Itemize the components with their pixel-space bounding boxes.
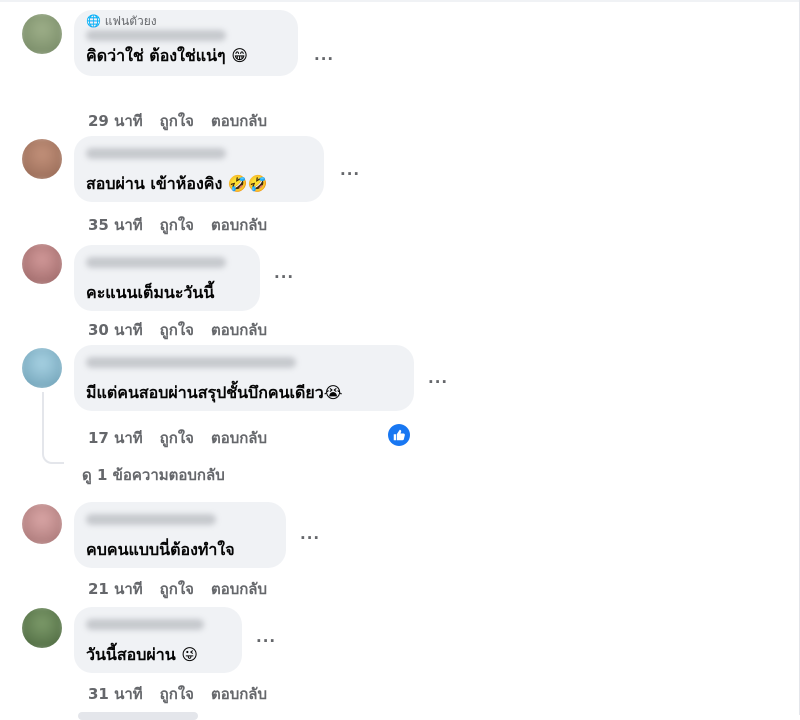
comment-bubble: 🌐 แฟนตัวยง คิดว่าใช่ ต้องใช่แน่ๆ 😁 [74, 10, 298, 76]
comment-bubble: คะแนนเต็มนะวันนี้ [74, 245, 260, 311]
avatar[interactable] [22, 14, 62, 54]
more-options-icon[interactable]: ··· [300, 529, 320, 547]
comment-actions: 21 นาที ถูกใจ ตอบกลับ [88, 577, 284, 601]
comment-time[interactable]: 29 นาที [88, 112, 143, 130]
next-comment-preview [78, 712, 198, 720]
comment-time[interactable]: 17 นาที [88, 429, 143, 447]
commenter-name[interactable] [86, 30, 226, 41]
like-link[interactable]: ถูกใจ [160, 580, 194, 598]
more-options-icon[interactable]: ··· [256, 632, 276, 650]
comment-time[interactable]: 30 นาที [88, 321, 143, 339]
more-options-icon[interactable]: ··· [314, 50, 334, 68]
comment-time[interactable]: 21 นาที [88, 580, 143, 598]
avatar[interactable] [22, 244, 62, 284]
comment-text: คะแนนเต็มนะวันนี้ [86, 283, 215, 302]
view-replies-link[interactable]: ดู 1 ข้อความตอบกลับ [82, 463, 225, 487]
like-link[interactable]: ถูกใจ [160, 429, 194, 447]
comment-bubble: คบคนแบบนี่ต้องทำใจ [74, 502, 286, 568]
top-fan-badge: 🌐 แฟนตัวยง [86, 14, 157, 28]
crying-emoji: 😭 [323, 383, 343, 402]
like-reaction-icon[interactable] [388, 424, 410, 446]
commenter-name[interactable] [86, 148, 226, 159]
comment-text: คบคนแบบนี่ต้องทำใจ [86, 540, 235, 559]
avatar[interactable] [22, 608, 62, 648]
like-link[interactable]: ถูกใจ [160, 321, 194, 339]
reply-link[interactable]: ตอบกลับ [211, 580, 267, 598]
comment-time[interactable]: 31 นาที [88, 685, 143, 703]
comment-bubble: มีแต่คนสอบผ่านสรุปชั้นบึกคนเดียว😭 [74, 345, 414, 411]
commenter-name[interactable] [86, 357, 296, 368]
like-link[interactable]: ถูกใจ [160, 685, 194, 703]
avatar[interactable] [22, 139, 62, 179]
comment-time[interactable]: 35 นาที [88, 216, 143, 234]
commenter-name[interactable] [86, 257, 226, 268]
more-options-icon[interactable]: ··· [274, 268, 294, 286]
more-options-icon[interactable]: ··· [340, 165, 360, 183]
comment-text: มีแต่คนสอบผ่านสรุปชั้นบึกคนเดียว😭 [86, 383, 343, 402]
top-divider [0, 0, 800, 2]
avatar[interactable] [22, 348, 62, 388]
commenter-name[interactable] [86, 514, 216, 525]
comment-actions: 35 นาที ถูกใจ ตอบกลับ [88, 213, 284, 237]
comment-actions: 17 นาที ถูกใจ ตอบกลับ [88, 426, 284, 450]
reply-thread-line [42, 392, 64, 464]
comment-text: สอบผ่าน เข้าห้องคิง 🤣🤣 [86, 174, 268, 193]
commenter-name[interactable] [86, 619, 204, 630]
rofl-emoji: 🤣🤣 [227, 174, 268, 193]
reply-link[interactable]: ตอบกลับ [211, 321, 267, 339]
comment-actions: 29 นาที ถูกใจ ตอบกลับ [88, 109, 284, 133]
reply-link[interactable]: ตอบกลับ [211, 685, 267, 703]
more-options-icon[interactable]: ··· [428, 373, 448, 391]
comment-text: วันนี้สอบผ่าน 😜 [86, 645, 198, 664]
comment-bubble: วันนี้สอบผ่าน 😜 [74, 607, 242, 673]
like-link[interactable]: ถูกใจ [160, 216, 194, 234]
comment-actions: 30 นาที ถูกใจ ตอบกลับ [88, 318, 284, 342]
comment-bubble: สอบผ่าน เข้าห้องคิง 🤣🤣 [74, 136, 324, 202]
grin-emoji: 😁 [231, 46, 248, 65]
reply-link[interactable]: ตอบกลับ [211, 429, 267, 447]
comment-actions: 31 นาที ถูกใจ ตอบกลับ [88, 682, 284, 706]
comment-text: คิดว่าใช่ ต้องใช่แน่ๆ 😁 [86, 46, 248, 65]
reply-link[interactable]: ตอบกลับ [211, 216, 267, 234]
like-link[interactable]: ถูกใจ [160, 112, 194, 130]
avatar[interactable] [22, 504, 62, 544]
winking-tongue-emoji: 😜 [181, 645, 198, 664]
reply-link[interactable]: ตอบกลับ [211, 112, 267, 130]
